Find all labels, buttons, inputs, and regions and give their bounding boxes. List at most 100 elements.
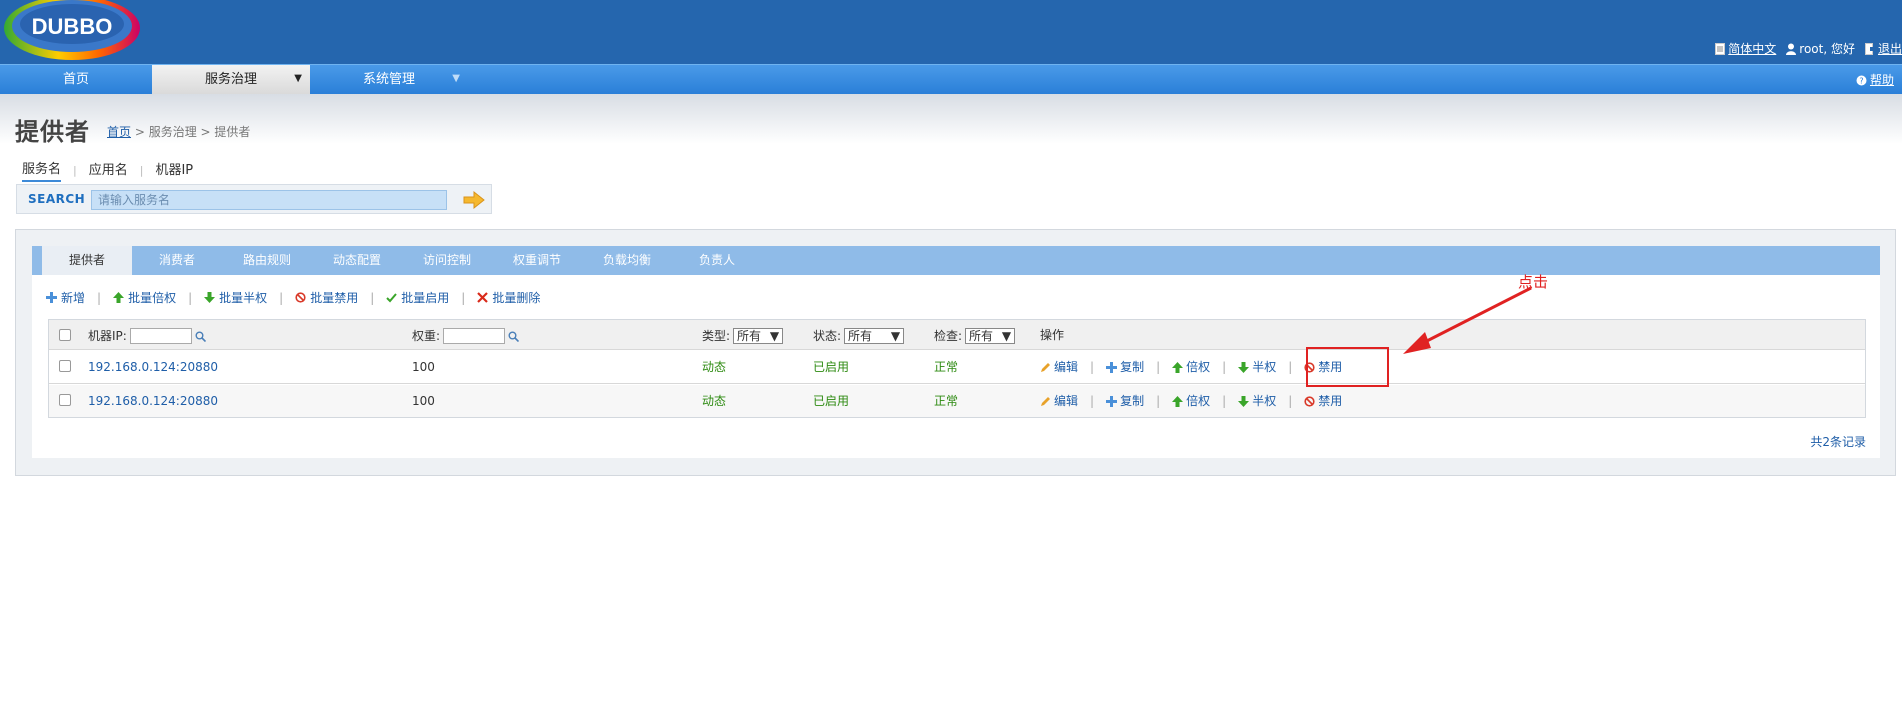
batch-half-weight-button[interactable]: 批量半权 bbox=[204, 289, 267, 306]
status-filter-select[interactable]: 所有 ▼ bbox=[844, 328, 905, 344]
check-filter-select[interactable]: 所有 ▼ bbox=[965, 328, 1016, 344]
half-weight-button[interactable]: 半权 bbox=[1238, 360, 1276, 374]
row-checkbox[interactable] bbox=[59, 360, 71, 372]
nav-item-service-governance[interactable]: 服务治理 ▼ bbox=[152, 65, 310, 95]
nav-item-system-management[interactable]: 系统管理 ▼ bbox=[310, 65, 468, 95]
select-all-checkbox[interactable] bbox=[59, 329, 71, 341]
double-weight-button[interactable]: 倍权 bbox=[1172, 360, 1210, 374]
copy-button[interactable]: 复制 bbox=[1106, 360, 1144, 374]
ops-separator: | bbox=[1156, 360, 1161, 374]
weight-filter-input[interactable] bbox=[443, 328, 506, 344]
tab-weight-adjust[interactable]: 权重调节 bbox=[492, 246, 582, 275]
arrow-down-icon bbox=[1238, 361, 1250, 373]
search-tab-machine-ip[interactable]: 机器IP bbox=[155, 159, 193, 181]
chevron-down-icon: ▼ bbox=[769, 329, 780, 343]
ops-separator: | bbox=[1288, 394, 1293, 408]
batch-disable-button[interactable]: 批量禁用 bbox=[295, 289, 358, 306]
edit-button[interactable]: 编辑 bbox=[1040, 394, 1078, 408]
search-input[interactable] bbox=[91, 190, 447, 210]
check-filter: 检查: 所有 ▼ bbox=[934, 328, 1016, 344]
provider-status: 已启用 bbox=[813, 394, 850, 408]
weight-header-label: 权重: bbox=[412, 329, 441, 343]
provider-status: 已启用 bbox=[813, 360, 850, 374]
batch-delete-button[interactable]: 批量删除 bbox=[477, 289, 540, 306]
tab-dynamic-config[interactable]: 动态配置 bbox=[312, 246, 402, 275]
check-icon bbox=[386, 293, 398, 303]
table-row: 192.168.0.124:20880 100 动态 已启用 正常 编辑 | 复… bbox=[49, 350, 1865, 384]
search-icon[interactable] bbox=[508, 331, 520, 342]
status-filter: 状态: 所有 ▼ bbox=[813, 328, 905, 344]
tab-providers[interactable]: 提供者 bbox=[42, 246, 132, 275]
ops-separator: | bbox=[1222, 360, 1227, 374]
chevron-down-icon[interactable]: ▼ bbox=[294, 65, 302, 93]
copy-button[interactable]: 复制 bbox=[1106, 394, 1144, 408]
half-weight-button[interactable]: 半权 bbox=[1238, 394, 1276, 408]
type-filter-select[interactable]: 所有 ▼ bbox=[733, 328, 784, 344]
tab-access-control[interactable]: 访问控制 bbox=[402, 246, 492, 275]
batch-double-weight-button[interactable]: 批量倍权 bbox=[113, 289, 176, 306]
add-button[interactable]: 新增 bbox=[46, 289, 85, 306]
breadcrumb-home-link[interactable]: 首页 bbox=[107, 125, 131, 139]
status-header-label: 状态: bbox=[813, 329, 842, 343]
batch-double-weight-label: 批量倍权 bbox=[128, 291, 177, 305]
tab-routing-rules[interactable]: 路由规则 bbox=[222, 246, 312, 275]
row-operations: 编辑 | 复制 | 倍权 | 半权 | 禁用 bbox=[1040, 394, 1342, 408]
content-panel: 提供者 消费者 路由规则 动态配置 访问控制 权重调节 负载均衡 负责人 新增 … bbox=[15, 229, 1896, 476]
user-greeting-label: root, 您好 bbox=[1799, 42, 1855, 56]
status-filter-value: 所有 bbox=[848, 329, 873, 343]
breadcrumb-rest: > 服务治理 > 提供者 bbox=[134, 125, 251, 139]
svg-text:?: ? bbox=[1859, 76, 1863, 85]
batch-delete-label: 批量删除 bbox=[492, 291, 541, 305]
search-tab-separator: | bbox=[139, 163, 144, 177]
batch-enable-button[interactable]: 批量启用 bbox=[386, 289, 449, 306]
logout-link[interactable]: 退出 bbox=[1864, 40, 1902, 57]
search-tab-application-name[interactable]: 应用名 bbox=[89, 159, 128, 181]
toolbar-separator: | bbox=[97, 290, 102, 305]
type-filter-value: 所有 bbox=[737, 329, 762, 343]
ops-separator: | bbox=[1090, 360, 1095, 374]
arrow-right-icon[interactable] bbox=[462, 190, 486, 210]
plus-icon bbox=[1106, 361, 1118, 373]
tab-bar: 提供者 消费者 路由规则 动态配置 访问控制 权重调节 负载均衡 负责人 bbox=[32, 246, 1880, 275]
total-records: 共2条记录 bbox=[1810, 435, 1866, 449]
nav-item-home-label: 首页 bbox=[62, 72, 89, 87]
type-header-label: 类型: bbox=[702, 329, 731, 343]
edit-label: 编辑 bbox=[1054, 360, 1079, 374]
providers-table: 机器IP: 权重: 类型: 所有 ▼ 状态: 所有 ▼ 检查: 所有 ▼ 操作 … bbox=[48, 319, 1866, 418]
search-icon[interactable] bbox=[195, 331, 206, 342]
weight-filter: 权重: bbox=[412, 328, 520, 344]
page-header-band bbox=[0, 94, 1902, 144]
disable-button[interactable]: 禁用 bbox=[1304, 394, 1342, 408]
top-header: DUBBO 简体中文 root, 您好 退出 bbox=[0, 0, 1902, 64]
search-tab-service-name[interactable]: 服务名 bbox=[22, 158, 62, 182]
batch-enable-label: 批量启用 bbox=[401, 291, 450, 305]
language-link[interactable]: 简体中文 bbox=[1715, 40, 1776, 57]
tab-consumers[interactable]: 消费者 bbox=[132, 246, 222, 275]
help-icon: ? bbox=[1856, 75, 1867, 85]
row-checkbox[interactable] bbox=[59, 394, 71, 406]
provider-ip-link[interactable]: 192.168.0.124:20880 bbox=[88, 394, 218, 408]
batch-half-weight-label: 批量半权 bbox=[219, 291, 268, 305]
table-row: 192.168.0.124:20880 100 动态 已启用 正常 编辑 | 复… bbox=[49, 385, 1865, 417]
ops-separator: | bbox=[1222, 394, 1227, 408]
provider-ip-link[interactable]: 192.168.0.124:20880 bbox=[88, 360, 218, 374]
language-link-label: 简体中文 bbox=[1728, 42, 1777, 56]
pencil-icon bbox=[1041, 362, 1050, 372]
nav-item-service-governance-label: 服务治理 bbox=[204, 72, 257, 87]
toolbar-separator: | bbox=[370, 290, 375, 305]
tab-owners[interactable]: 负责人 bbox=[672, 246, 762, 275]
table-header: 机器IP: 权重: 类型: 所有 ▼ 状态: 所有 ▼ 检查: 所有 ▼ 操作 bbox=[49, 320, 1865, 350]
nav-item-home[interactable]: 首页 bbox=[0, 65, 152, 95]
edit-button[interactable]: 编辑 bbox=[1040, 360, 1078, 374]
dubbo-logo[interactable]: DUBBO bbox=[0, 0, 140, 60]
help-link[interactable]: ? 帮助 bbox=[1856, 65, 1894, 95]
search-bar: SEARCH bbox=[16, 184, 492, 214]
type-filter: 类型: 所有 ▼ bbox=[702, 328, 784, 344]
user-greeting: root, 您好 bbox=[1786, 40, 1855, 57]
tab-load-balance[interactable]: 负载均衡 bbox=[582, 246, 672, 275]
chevron-down-icon[interactable]: ▼ bbox=[452, 65, 460, 93]
ip-filter-input[interactable] bbox=[129, 328, 192, 344]
double-weight-button[interactable]: 倍权 bbox=[1172, 394, 1210, 408]
half-weight-label: 半权 bbox=[1252, 360, 1277, 374]
chevron-down-icon: ▼ bbox=[890, 329, 901, 343]
